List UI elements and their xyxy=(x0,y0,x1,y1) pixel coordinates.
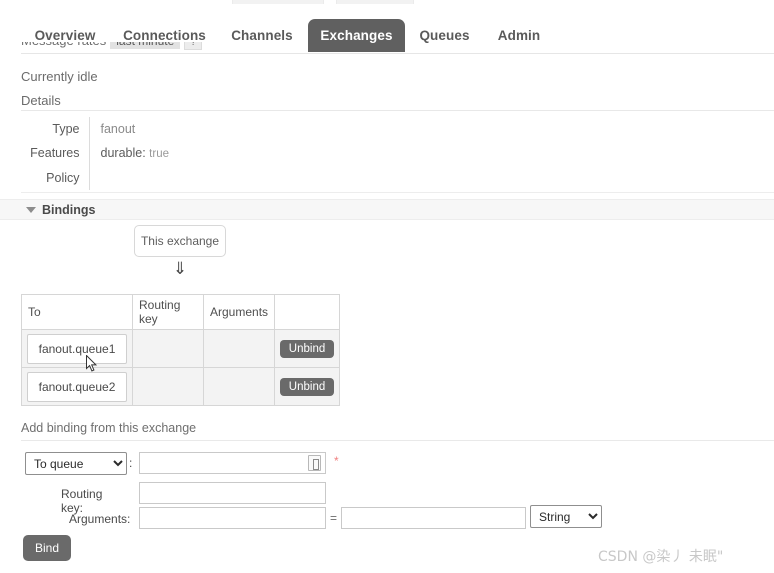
source-exchange-box: This exchange xyxy=(134,225,226,257)
add-binding-heading: Add binding from this exchange xyxy=(21,421,197,435)
details-row: Policy xyxy=(21,166,381,190)
details-row-key: Type xyxy=(21,117,90,141)
arguments-equals-sign: = xyxy=(330,511,338,525)
details-row-value xyxy=(89,166,381,190)
details-row-key: Policy xyxy=(21,166,90,190)
bindings-table-header-row: To Routing key Arguments xyxy=(21,294,341,330)
unbind-button[interactable]: Unbind xyxy=(279,339,335,358)
binding-action-cell: Unbind xyxy=(274,367,341,406)
details-row-value: durable: true xyxy=(89,141,381,166)
watermark: CSDN @染丿 未眠" xyxy=(598,549,724,565)
details-row: Features durable: true xyxy=(21,141,381,166)
binding-destination-cell: fanout.queue2 xyxy=(21,367,133,406)
bindings-table: To Routing key Arguments fanout.queue1 Unbi… xyxy=(21,294,341,406)
details-row: Type fanout xyxy=(21,117,381,141)
details-row-key: Features xyxy=(21,141,90,166)
message-rates-label: Message rates xyxy=(21,42,106,48)
binding-arguments-cell xyxy=(202,367,276,406)
bindings-column-header-actions xyxy=(274,294,341,330)
chevron-down-icon[interactable] xyxy=(26,207,36,213)
bindings-column-header-routing-key: Routing key xyxy=(132,294,204,330)
routing-key-label: Routing key: xyxy=(61,487,103,515)
message-rates-divider xyxy=(21,53,774,54)
binding-routing-key-cell xyxy=(132,329,204,368)
clipped-top-row xyxy=(0,0,774,4)
destination-input[interactable] xyxy=(139,452,326,474)
arguments-label: Arguments: xyxy=(69,512,131,526)
details-divider xyxy=(21,110,774,111)
binding-action-cell: Unbind xyxy=(274,329,341,368)
bindings-section-bar[interactable]: Bindings xyxy=(0,199,774,220)
table-row: fanout.queue1 Unbind xyxy=(21,329,341,368)
bindings-column-header-to: To xyxy=(21,294,133,330)
clipped-tab-two[interactable] xyxy=(336,0,414,4)
details-bottom-divider xyxy=(21,192,774,193)
bindings-section-title: Bindings xyxy=(42,203,96,217)
status-text: Currently idle xyxy=(21,69,98,84)
destination-type-select[interactable]: To queueTo exchange xyxy=(25,452,127,475)
help-icon[interactable]: ? xyxy=(184,42,203,50)
message-rates-period[interactable]: last minute xyxy=(110,42,181,49)
add-binding-divider xyxy=(21,440,774,441)
binding-destination-cell: fanout.queue1 xyxy=(21,329,133,368)
binding-arguments-cell xyxy=(202,329,276,368)
details-table: Type fanout Features durable: true Policy xyxy=(21,117,381,190)
double-down-arrow-icon: ⇓ xyxy=(172,259,188,278)
routing-key-input[interactable] xyxy=(139,482,326,504)
table-row: fanout.queue2 Unbind xyxy=(21,367,341,406)
feature-value: true xyxy=(149,148,169,160)
unbind-button[interactable]: Unbind xyxy=(279,377,335,396)
arguments-key-input[interactable] xyxy=(139,507,326,529)
bindings-column-header-arguments: Arguments xyxy=(202,294,276,330)
bind-button[interactable]: Bind xyxy=(23,535,72,561)
queue-link[interactable]: fanout.queue1 xyxy=(27,333,127,364)
required-asterisk: * xyxy=(334,454,339,468)
destination-picker-icon[interactable] xyxy=(308,455,321,471)
arguments-value-input[interactable] xyxy=(341,507,526,529)
queue-link[interactable]: fanout.queue2 xyxy=(27,371,127,402)
feature-name: durable: xyxy=(100,146,146,160)
binding-routing-key-cell xyxy=(132,367,204,406)
details-row-value: fanout xyxy=(100,122,136,136)
details-heading: Details xyxy=(21,93,61,108)
destination-separator: : xyxy=(129,456,133,470)
arguments-type-select[interactable]: StringNumberBooleanList xyxy=(530,505,602,528)
clipped-tab-one[interactable] xyxy=(232,0,324,4)
